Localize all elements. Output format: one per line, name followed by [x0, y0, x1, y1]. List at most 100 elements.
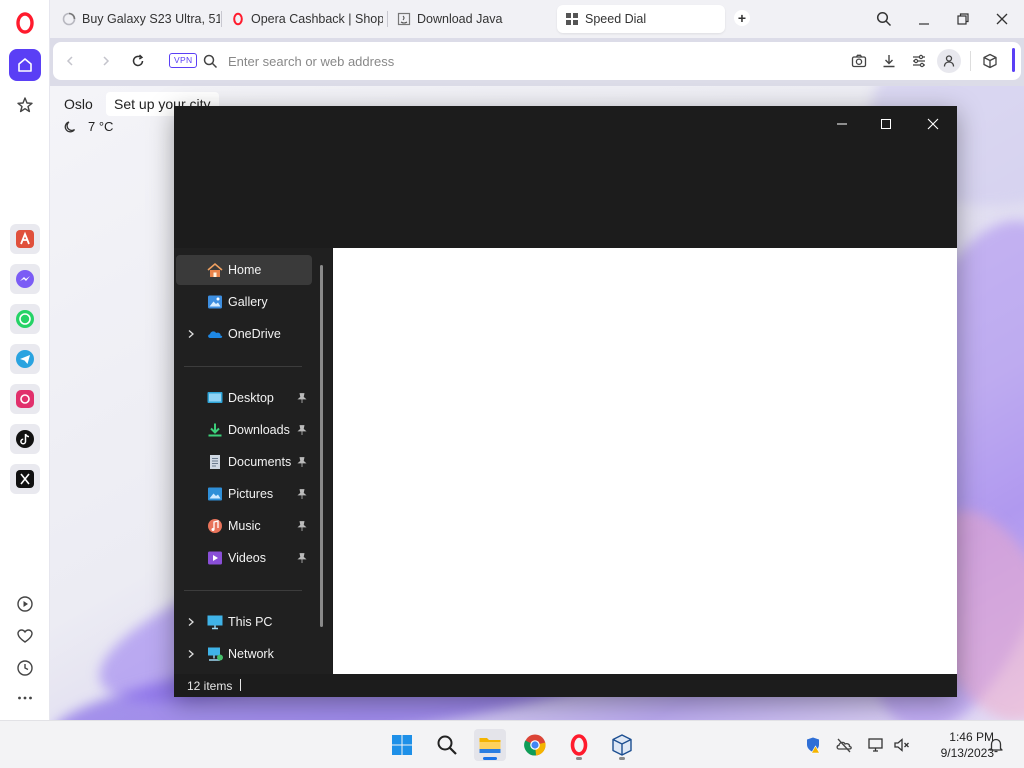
chevron-right-icon[interactable] — [186, 649, 196, 659]
messenger-icon — [16, 270, 34, 288]
chevron-left-icon — [66, 56, 73, 66]
tray-volume[interactable] — [892, 735, 912, 755]
tray-onedrive[interactable] — [834, 735, 854, 755]
tray-network[interactable] — [866, 735, 886, 755]
tab-search-button[interactable] — [872, 8, 896, 30]
taskbar-opera[interactable] — [563, 729, 595, 761]
nav-item-documents[interactable]: Documents — [176, 447, 312, 477]
close-button[interactable] — [990, 8, 1014, 30]
nav-item-network[interactable]: Network — [176, 639, 312, 669]
pin-icon[interactable] — [296, 424, 308, 436]
x-twitter-button[interactable] — [10, 464, 40, 494]
extensions-button[interactable] — [981, 52, 999, 70]
notifications-button[interactable] — [986, 735, 1006, 755]
easy-setup-button[interactable] — [910, 52, 928, 70]
tab-download-java[interactable]: Download Java — [389, 5, 553, 33]
minimize-button[interactable] — [912, 8, 936, 30]
maximize-icon — [881, 119, 891, 129]
back-button[interactable] — [61, 52, 79, 70]
moon-icon — [64, 120, 76, 132]
opera-icon — [233, 12, 243, 26]
page-scroll-indicator[interactable] — [1012, 48, 1015, 72]
download-icon — [883, 55, 895, 68]
tab-title: Buy Galaxy S23 Ultra, 512 — [82, 12, 220, 26]
instagram-button[interactable] — [10, 384, 40, 414]
speed-dial-home-button[interactable] — [9, 49, 41, 81]
nav-item-pictures[interactable]: Pictures — [176, 479, 312, 509]
pin-icon[interactable] — [296, 488, 308, 500]
nav-item-downloads[interactable]: Downloads — [176, 415, 312, 445]
tab-title: Download Java — [417, 12, 503, 26]
pin-icon[interactable] — [296, 552, 308, 564]
aria-ai-button[interactable] — [10, 224, 40, 254]
aria-icon — [16, 230, 34, 248]
reload-button[interactable] — [129, 52, 147, 70]
taskbar-chrome[interactable] — [519, 729, 551, 761]
nav-item-label: Documents — [228, 455, 292, 469]
nav-pane-scrollbar[interactable] — [320, 265, 323, 627]
nav-item-gallery[interactable]: Gallery — [176, 287, 312, 317]
weather-city[interactable]: Oslo — [64, 96, 93, 112]
history-button[interactable] — [13, 656, 37, 680]
nav-item-this-pc[interactable]: This PC — [176, 607, 312, 637]
explorer-close-button[interactable] — [911, 110, 955, 138]
nav-item-videos[interactable]: Videos — [176, 543, 312, 573]
videos-folder-icon — [208, 551, 222, 565]
nav-item-home[interactable]: Home — [176, 255, 312, 285]
volume-muted-icon — [894, 738, 909, 752]
messenger-button[interactable] — [10, 264, 40, 294]
chevron-right-icon[interactable] — [186, 329, 196, 339]
taskbar-file-explorer[interactable] — [474, 729, 506, 761]
my-flow-button[interactable] — [13, 624, 37, 648]
opera-sidebar — [0, 0, 50, 720]
taskbar-virtualbox[interactable] — [606, 729, 638, 761]
forward-button[interactable] — [97, 52, 115, 70]
tab-galaxy-s23[interactable]: Buy Galaxy S23 Ultra, 512 — [54, 5, 220, 33]
sidebar-more-button[interactable] — [13, 686, 37, 710]
whatsapp-button[interactable] — [10, 304, 40, 334]
nav-item-onedrive[interactable]: OneDrive — [176, 319, 312, 349]
search-icon — [201, 52, 219, 70]
more-dots-icon — [18, 696, 32, 700]
start-icon — [392, 735, 412, 755]
snapshot-button[interactable] — [850, 52, 868, 70]
explorer-minimize-button[interactable] — [820, 110, 864, 138]
tiktok-button[interactable] — [10, 424, 40, 454]
pictures-folder-icon — [208, 487, 222, 501]
chevron-right-icon[interactable] — [186, 617, 196, 627]
onedrive-icon — [208, 331, 223, 338]
pin-icon[interactable] — [296, 392, 308, 404]
new-tab-button[interactable]: + — [734, 10, 750, 26]
user-icon — [943, 55, 955, 67]
downloads-button[interactable] — [880, 52, 898, 70]
music-folder-icon — [208, 519, 222, 533]
file-list-pane[interactable] — [333, 248, 957, 674]
nav-item-music[interactable]: Music — [176, 511, 312, 541]
clock-icon — [17, 660, 33, 676]
downloads-folder-icon — [208, 423, 222, 437]
tab-speed-dial[interactable]: Speed Dial — [557, 5, 725, 33]
nav-item-desktop[interactable]: Desktop — [176, 383, 312, 413]
gallery-icon — [208, 295, 222, 309]
start-button[interactable] — [386, 729, 418, 761]
pin-icon[interactable] — [296, 520, 308, 532]
running-indicator — [576, 757, 582, 760]
running-indicator — [619, 757, 625, 760]
heart-icon — [17, 629, 33, 643]
address-input[interactable] — [228, 50, 828, 72]
player-button[interactable] — [13, 592, 37, 616]
tray-defender[interactable] — [804, 735, 824, 755]
bookmarks-button[interactable] — [9, 89, 41, 121]
telegram-button[interactable] — [10, 344, 40, 374]
opera-menu-icon[interactable] — [12, 10, 38, 36]
vpn-badge[interactable]: VPN — [169, 53, 198, 68]
taskbar-clock[interactable]: 1:46 PM 9/13/2023 — [914, 729, 994, 761]
tab-opera-cashback[interactable]: Opera Cashback | Shop an — [223, 5, 383, 33]
taskbar-search-button[interactable] — [431, 729, 463, 761]
pin-icon[interactable] — [296, 456, 308, 468]
nav-item-label: Music — [228, 519, 261, 533]
profile-button[interactable] — [937, 49, 961, 73]
nav-item-label: OneDrive — [228, 327, 281, 341]
explorer-maximize-button[interactable] — [864, 110, 908, 138]
restore-button[interactable] — [951, 8, 975, 30]
